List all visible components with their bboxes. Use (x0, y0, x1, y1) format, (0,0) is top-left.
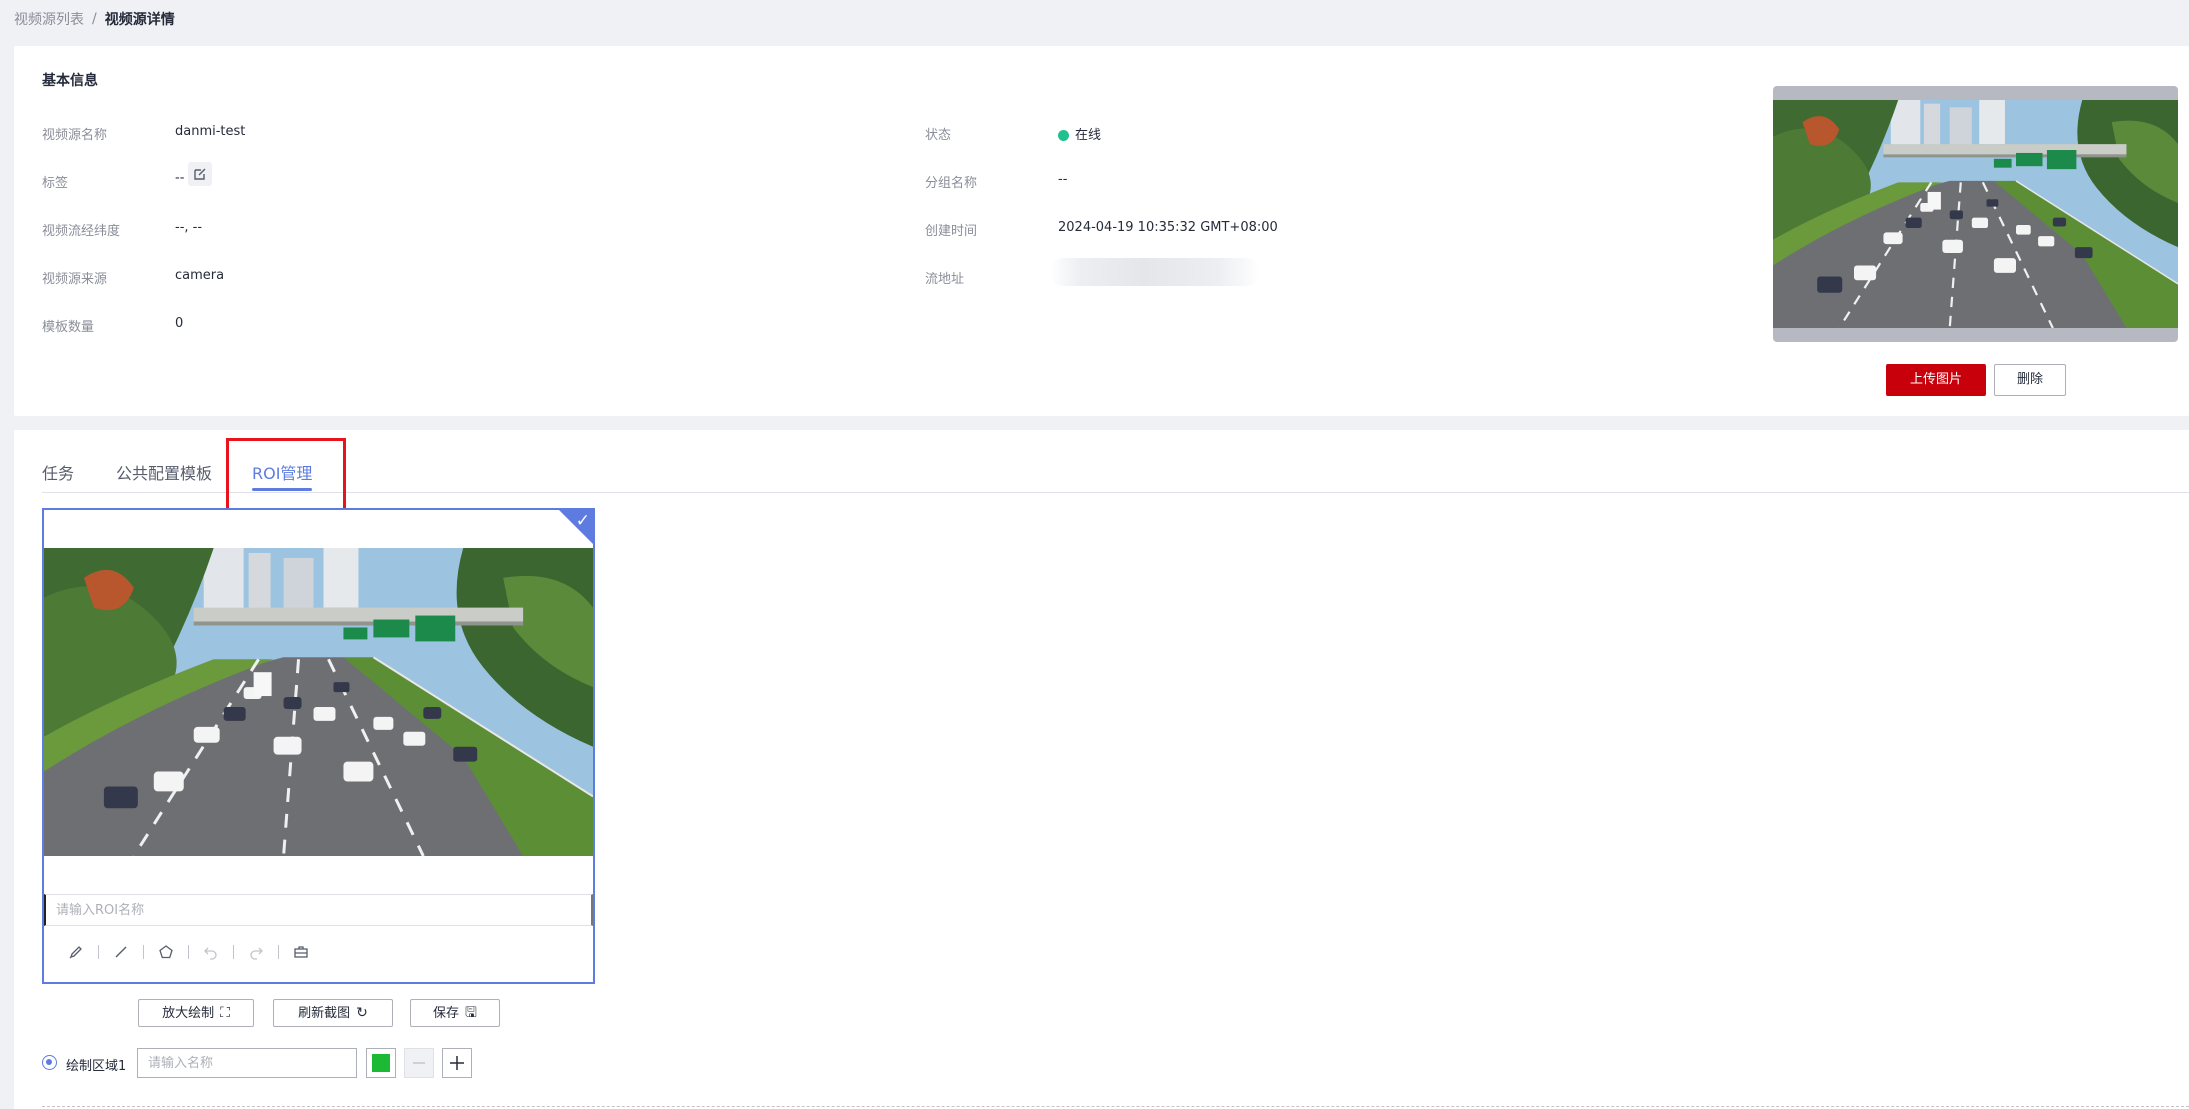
group-value: -- (1058, 172, 1068, 187)
source-value: camera (175, 268, 225, 283)
polygon-icon[interactable] (152, 940, 180, 964)
toolbar-divider (233, 945, 234, 959)
tag-value: -- (175, 170, 185, 186)
region-radio[interactable] (42, 1055, 57, 1070)
section-title: 基本信息 (42, 73, 98, 89)
source-label: 视频源来源 (42, 272, 108, 287)
enlarge-draw-button[interactable]: 放大绘制 ⛶ (138, 999, 254, 1027)
created-value: 2024-04-19 10:35:32 GMT+08:00 (1058, 220, 1278, 235)
template-count-value: 0 (175, 316, 184, 331)
edit-tag-button[interactable] (188, 162, 213, 186)
plus-icon (450, 1056, 464, 1070)
name-label: 视频源名称 (42, 128, 108, 143)
created-label: 创建时间 (925, 224, 978, 239)
highlight-box (226, 438, 346, 513)
stream-label: 流地址 (925, 272, 965, 287)
coords-value: --, -- (175, 220, 203, 235)
template-count-label: 模板数量 (42, 320, 95, 335)
refresh-icon: ↻ (356, 1005, 368, 1021)
thumbnail-image (1773, 100, 2178, 328)
toolbar-divider (143, 945, 144, 959)
name-value: danmi-test (175, 124, 246, 139)
fullscreen-icon: ⛶ (220, 1005, 230, 1021)
edit-icon (194, 168, 206, 180)
toolbar-divider (98, 945, 99, 959)
breadcrumb-parent-link[interactable]: 视频源列表 (14, 9, 84, 29)
status-badge: 在线 (1058, 124, 1101, 143)
section-divider (42, 1106, 2189, 1107)
upload-image-button[interactable]: 上传图片 (1886, 364, 1986, 396)
add-region-button[interactable] (442, 1048, 472, 1078)
check-icon: ✓ (575, 511, 590, 531)
group-label: 分组名称 (925, 176, 978, 191)
roi-canvas[interactable] (44, 548, 593, 856)
status-value: 在线 (1075, 128, 1102, 143)
save-label: 保存 (433, 1006, 460, 1021)
tab-task[interactable]: 任务 (42, 460, 74, 484)
color-swatch (372, 1054, 390, 1072)
refresh-screenshot-label: 刷新截图 (298, 1006, 351, 1021)
draw-toolbar (62, 940, 315, 964)
tab-common-template[interactable]: 公共配置模板 (116, 460, 212, 484)
tab-divider (42, 492, 2189, 493)
roi-name-input[interactable] (44, 894, 593, 926)
stream-address-redacted (1050, 258, 1260, 286)
region-color-picker[interactable] (366, 1048, 396, 1078)
refresh-screenshot-button[interactable]: 刷新截图 ↻ (273, 999, 393, 1027)
undo-icon[interactable] (197, 940, 225, 964)
roi-image (44, 548, 593, 856)
toolbar-divider (188, 945, 189, 959)
toolbox-icon[interactable] (287, 940, 315, 964)
breadcrumb: 视频源列表 / 视频源详情 (14, 9, 175, 29)
tag-label: 标签 (42, 176, 69, 191)
region-name-input[interactable] (137, 1048, 357, 1078)
save-button[interactable]: 保存 🖫 (410, 999, 500, 1027)
region-label: 绘制区域1 (66, 1059, 127, 1074)
remove-region-button[interactable] (404, 1048, 434, 1078)
roi-card[interactable]: ✓ (42, 508, 595, 984)
breadcrumb-current: 视频源详情 (104, 12, 175, 28)
minus-icon (413, 1062, 425, 1064)
online-dot-icon (1058, 130, 1069, 141)
breadcrumb-separator: / (92, 11, 97, 27)
pen-icon[interactable] (62, 940, 90, 964)
video-thumbnail (1773, 86, 2178, 342)
tab-panel-card: 任务 公共配置模板 ROI管理 ✓ 请输入ROI名称 放大绘制 ⛶ 刷新截图 ↻… (14, 430, 2189, 1109)
coords-label: 视频流经纬度 (42, 224, 121, 239)
status-label: 状态 (925, 128, 952, 143)
basic-info-card: 基本信息 视频源名称 danmi-test 标签 -- 视频流经纬度 --, -… (14, 46, 2189, 416)
tag-field: -- (175, 162, 213, 190)
toolbar-divider (278, 945, 279, 959)
line-icon[interactable] (107, 940, 135, 964)
redo-icon[interactable] (242, 940, 270, 964)
delete-image-button[interactable]: 删除 (1994, 364, 2066, 396)
save-icon: 🖫 (465, 1005, 477, 1021)
enlarge-draw-label: 放大绘制 (162, 1006, 215, 1021)
